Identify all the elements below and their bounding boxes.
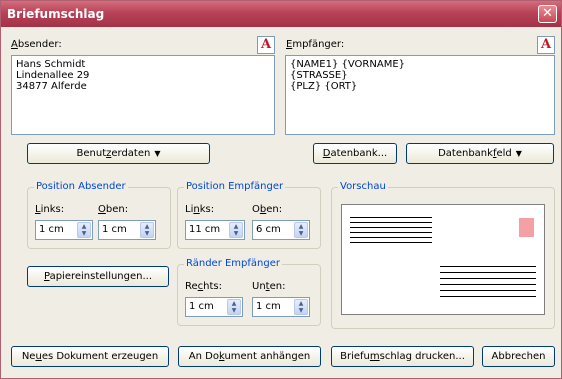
group-title: Position Absender: [34, 181, 128, 192]
recipient-left-label: Links:: [185, 204, 215, 215]
new-document-button[interactable]: Neues Dokument erzeugen: [11, 346, 169, 367]
sender-left-label: Links:: [35, 204, 65, 215]
recipient-right-stepper[interactable]: 1 cm ▲ ▼: [185, 297, 243, 317]
sender-left-stepper[interactable]: 1 cm ▲ ▼: [35, 220, 93, 240]
recipient-bottom-label: Unten:: [252, 281, 286, 292]
sender-top-label: Oben:: [98, 204, 129, 215]
recipient-line: [440, 266, 536, 267]
append-to-document-button[interactable]: An Dokument anhängen: [178, 346, 321, 367]
stamp-placeholder: [519, 218, 534, 237]
sender-format-button[interactable]: A: [257, 36, 275, 54]
sender-address-field[interactable]: Hans Schmidt Lindenallee 29 34877 Alferd…: [11, 55, 275, 135]
database-field-button[interactable]: Datenbankfeld ▼: [406, 143, 554, 164]
stepper-arrows-icon[interactable]: ▲ ▼: [294, 222, 308, 238]
recipient-left-stepper[interactable]: 11 cm ▲ ▼: [185, 220, 245, 240]
sender-line: [350, 222, 432, 223]
sender-line: [350, 227, 432, 228]
stepper-arrows-icon[interactable]: ▲ ▼: [77, 222, 91, 238]
recipient-top-label: Oben:: [252, 204, 283, 215]
recipient-line: [440, 296, 536, 297]
stepper-arrows-icon[interactable]: ▲ ▼: [229, 222, 243, 238]
close-button[interactable]: ✕: [538, 5, 557, 23]
recipient-line: [440, 272, 536, 273]
recipient-address-field[interactable]: {NAME1} {VORNAME} {STRASSE} {PLZ} {ORT}: [285, 55, 555, 135]
sender-line: [350, 242, 432, 243]
stepper-arrows-icon[interactable]: ▲ ▼: [227, 299, 241, 315]
print-envelope-button[interactable]: Briefumschlag drucken...: [331, 346, 474, 367]
recipient-format-button[interactable]: A: [537, 36, 555, 54]
group-title: Vorschau: [338, 181, 388, 192]
recipient-line: [440, 284, 536, 285]
recipient-label: Empfänger:: [286, 39, 345, 50]
recipient-right-label: Rechts:: [185, 281, 222, 292]
recipient-line: [440, 290, 536, 291]
user-data-button[interactable]: Benutzerdaten ▼: [27, 143, 210, 164]
recipient-line: [440, 278, 536, 279]
group-title: Position Empfänger: [184, 181, 286, 192]
paper-settings-button[interactable]: Papiereinstellungen...: [27, 266, 169, 287]
recipient-bottom-stepper[interactable]: 1 cm ▲ ▼: [252, 297, 310, 317]
envelope-dialog: Briefumschlag ✕ Absender: A Hans Schmidt…: [0, 0, 562, 379]
sender-label: Absender:: [11, 39, 62, 50]
sender-line: [350, 217, 432, 218]
stepper-arrows-icon[interactable]: ▲ ▼: [140, 222, 154, 238]
recipient-top-stepper[interactable]: 6 cm ▲ ▼: [252, 220, 310, 240]
database-button[interactable]: Datenbank...: [313, 143, 397, 164]
group-title: Ränder Empfänger: [184, 258, 282, 269]
sender-line: [350, 232, 432, 233]
stepper-arrows-icon[interactable]: ▲ ▼: [294, 299, 308, 315]
envelope-preview: [341, 204, 545, 315]
chevron-down-icon: ▼: [154, 149, 161, 158]
window-title: Briefumschlag: [7, 7, 105, 21]
title-bar: Briefumschlag ✕: [1, 1, 561, 27]
sender-line: [350, 237, 432, 238]
sender-top-stepper[interactable]: 1 cm ▲ ▼: [98, 220, 156, 240]
cancel-button[interactable]: Abbrechen: [482, 346, 555, 367]
chevron-down-icon: ▼: [515, 149, 522, 158]
